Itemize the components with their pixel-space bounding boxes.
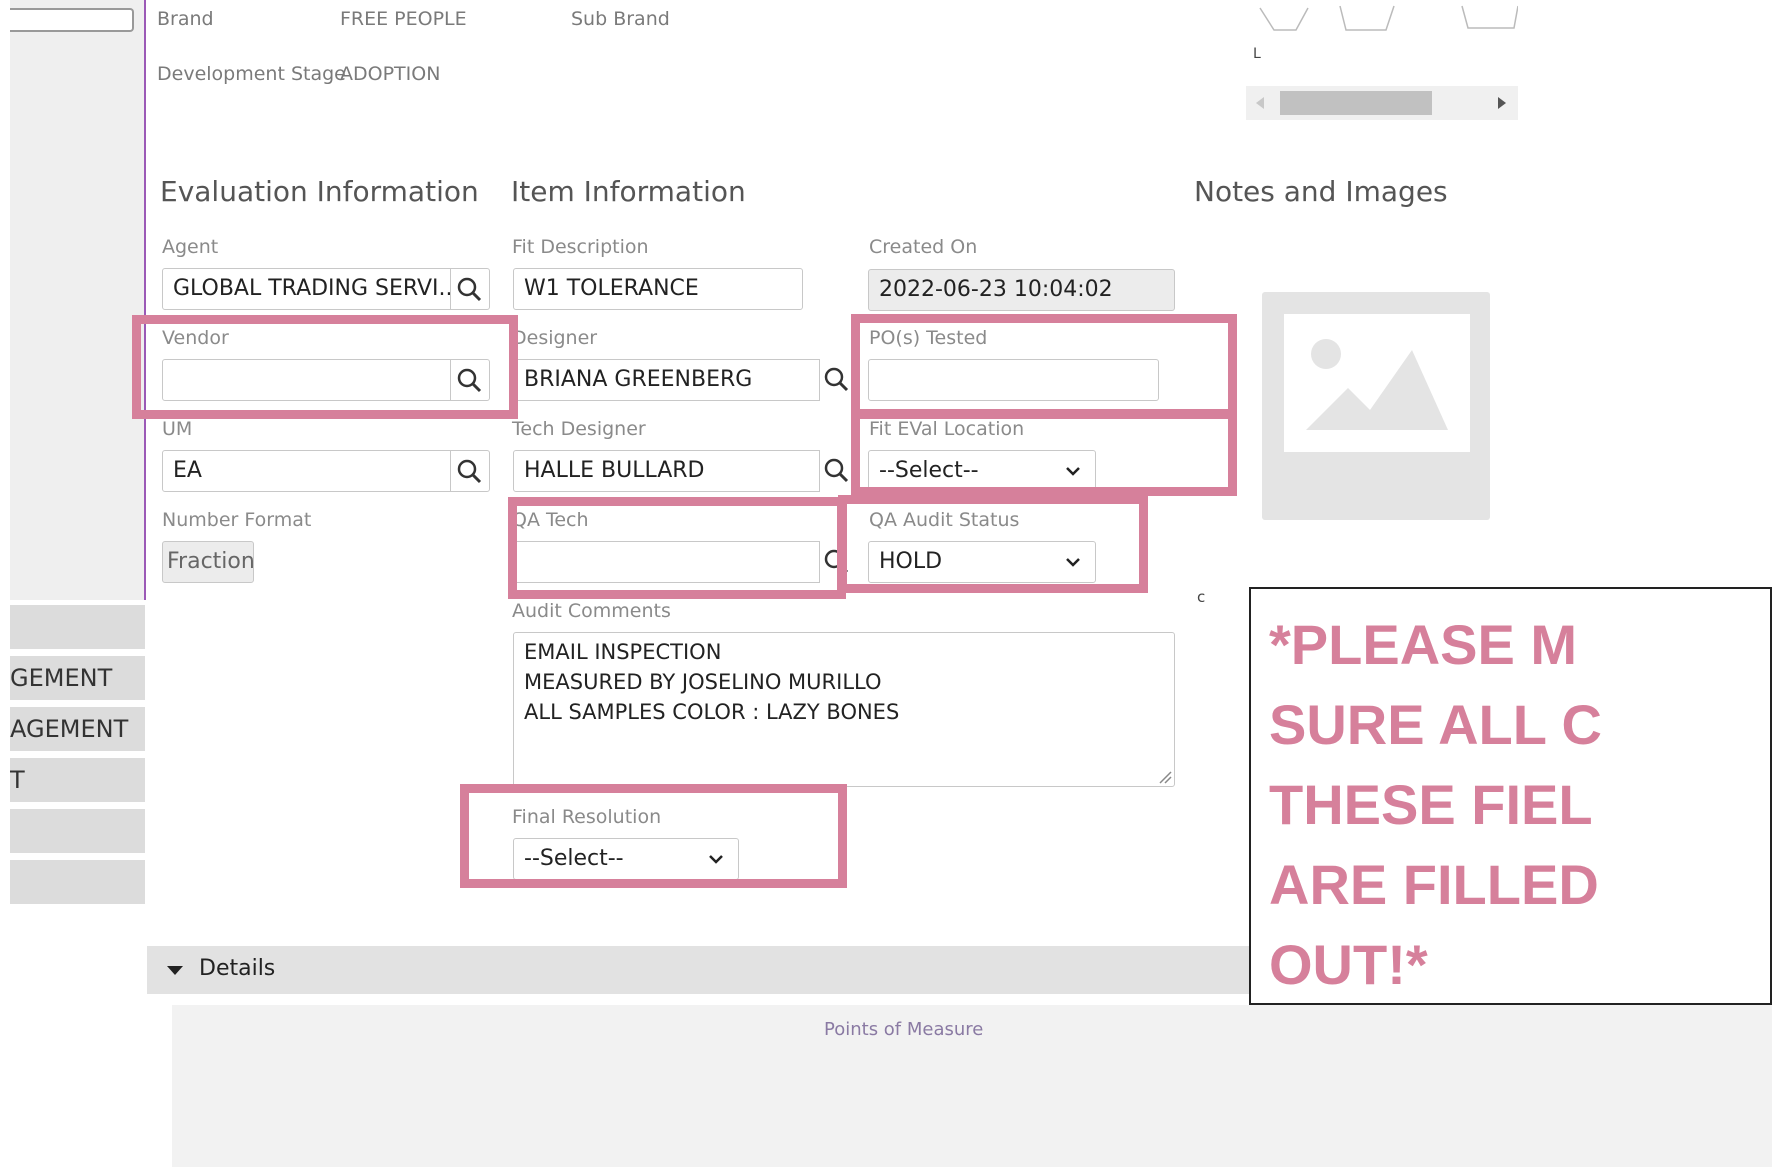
fit-eval-location-value: --Select-- [879, 458, 979, 483]
sidebar-search-input[interactable] [10, 8, 134, 32]
designer-input[interactable]: BRIANA GREENBERG [513, 359, 820, 401]
audit-comments-textarea[interactable]: EMAIL INSPECTION MEASURED BY JOSELINO MU… [513, 632, 1175, 787]
final-resolution-label: Final Resolution [512, 806, 662, 828]
sidebar-panel [10, 0, 145, 600]
audit-comment-line: EMAIL INSPECTION [524, 640, 722, 664]
callout-line: OUT!* [1269, 933, 1428, 996]
sidebar: GEMENT AGEMENT T [0, 0, 146, 1167]
details-section-toggle[interactable]: Details [147, 946, 1249, 994]
qa-tech-label: QA Tech [512, 509, 589, 531]
search-icon [824, 549, 849, 574]
points-of-measure-header: Points of Measure [824, 1019, 984, 1040]
sidebar-item-t[interactable]: T [10, 758, 145, 802]
number-format-field: Fraction [162, 541, 254, 583]
agent-lookup-button[interactable] [450, 268, 490, 310]
callout-line: ARE FILLED [1269, 853, 1599, 916]
callout-line: THESE FIEL [1269, 773, 1593, 836]
tech-designer-label: Tech Designer [512, 418, 646, 440]
scroll-left-arrow-icon[interactable] [1256, 97, 1264, 109]
evaluation-section-title: Evaluation Information [160, 175, 479, 208]
vendor-lookup-button[interactable] [450, 359, 490, 401]
audit-comment-line: MEASURED BY JOSELINO MURILLO [524, 670, 882, 694]
dev-stage-label: Development Stage [157, 63, 346, 85]
qa-audit-status-value: HOLD [879, 549, 943, 574]
created-on-field: 2022-06-23 10:04:02 [868, 269, 1175, 311]
qa-tech-input[interactable] [513, 541, 820, 583]
callout-line: *PLEASE M [1269, 613, 1578, 676]
sidebar-accent-line [144, 0, 146, 600]
scroll-right-arrow-icon[interactable] [1498, 97, 1506, 109]
agent-label: Agent [162, 236, 219, 258]
fit-description-input[interactable]: W1 TOLERANCE [513, 268, 803, 310]
um-lookup-button[interactable] [450, 450, 490, 492]
brand-value: FREE PEOPLE [340, 8, 467, 30]
um-label: UM [162, 418, 193, 440]
notes-section-title: Notes and Images [1194, 175, 1448, 208]
details-body: Points of Measure [172, 1005, 1772, 1167]
number-format-label: Number Format [162, 509, 312, 531]
dev-stage-value: ADOPTION [340, 63, 441, 85]
callout-line: SURE ALL C [1269, 693, 1602, 756]
notes-small-label: c [1197, 588, 1206, 606]
scrollbar-thumb[interactable] [1280, 91, 1432, 115]
thumbnail-strip [1246, 0, 1519, 42]
sub-brand-label: Sub Brand [571, 8, 670, 30]
image-placeholder-icon [1284, 314, 1470, 452]
fit-description-label: Fit Description [512, 236, 649, 258]
fit-eval-location-label: Fit EVal Location [869, 418, 1025, 440]
sidebar-item-4[interactable] [10, 809, 145, 853]
final-resolution-value: --Select-- [524, 846, 624, 871]
caret-down-icon [167, 966, 183, 975]
vendor-input[interactable] [162, 359, 452, 401]
created-on-label: Created On [869, 236, 978, 258]
pos-tested-label: PO(s) Tested [869, 327, 988, 349]
search-icon [824, 458, 849, 483]
item-section-title: Item Information [511, 175, 746, 208]
brand-label: Brand [157, 8, 214, 30]
garment-sketch-thumbnails [1259, 5, 1519, 31]
audit-comments-label: Audit Comments [512, 600, 671, 622]
vendor-label: Vendor [162, 327, 229, 349]
details-toggle-label: Details [199, 956, 276, 981]
search-icon [457, 459, 482, 484]
qa-tech-lookup-button[interactable] [818, 541, 854, 583]
chevron-down-icon [1066, 558, 1080, 567]
pos-tested-input[interactable] [868, 359, 1159, 401]
chevron-down-icon [1066, 467, 1080, 476]
final-resolution-select[interactable]: --Select-- [513, 838, 739, 880]
resize-handle-icon[interactable] [1156, 768, 1172, 784]
agent-input[interactable]: GLOBAL TRADING SERVI... [162, 268, 452, 310]
tech-designer-lookup-button[interactable] [818, 450, 854, 492]
search-icon [457, 277, 482, 302]
thumbnail-size-label: L [1253, 46, 1261, 62]
designer-lookup-button[interactable] [818, 359, 854, 401]
thumbnail-scrollbar[interactable] [1246, 86, 1518, 120]
chevron-down-icon [709, 855, 723, 864]
sidebar-item-5[interactable] [10, 860, 145, 904]
qa-audit-status-label: QA Audit Status [869, 509, 1020, 531]
tech-designer-input[interactable]: HALLE BULLARD [513, 450, 820, 492]
image-placeholder[interactable] [1262, 292, 1490, 520]
required-fields-callout: *PLEASE M SURE ALL C THESE FIEL ARE FILL… [1249, 587, 1772, 1005]
fit-eval-location-select[interactable]: --Select-- [868, 450, 1096, 492]
sidebar-item-management-2[interactable]: AGEMENT [10, 707, 145, 751]
search-icon [457, 368, 482, 393]
search-icon [824, 367, 849, 392]
audit-comment-line: ALL SAMPLES COLOR : LAZY BONES [524, 700, 900, 724]
sidebar-item-0[interactable] [10, 605, 145, 649]
sidebar-item-management[interactable]: GEMENT [10, 656, 145, 700]
designer-label: Designer [512, 327, 598, 349]
qa-audit-status-select[interactable]: HOLD [868, 541, 1096, 583]
um-input[interactable]: EA [162, 450, 452, 492]
